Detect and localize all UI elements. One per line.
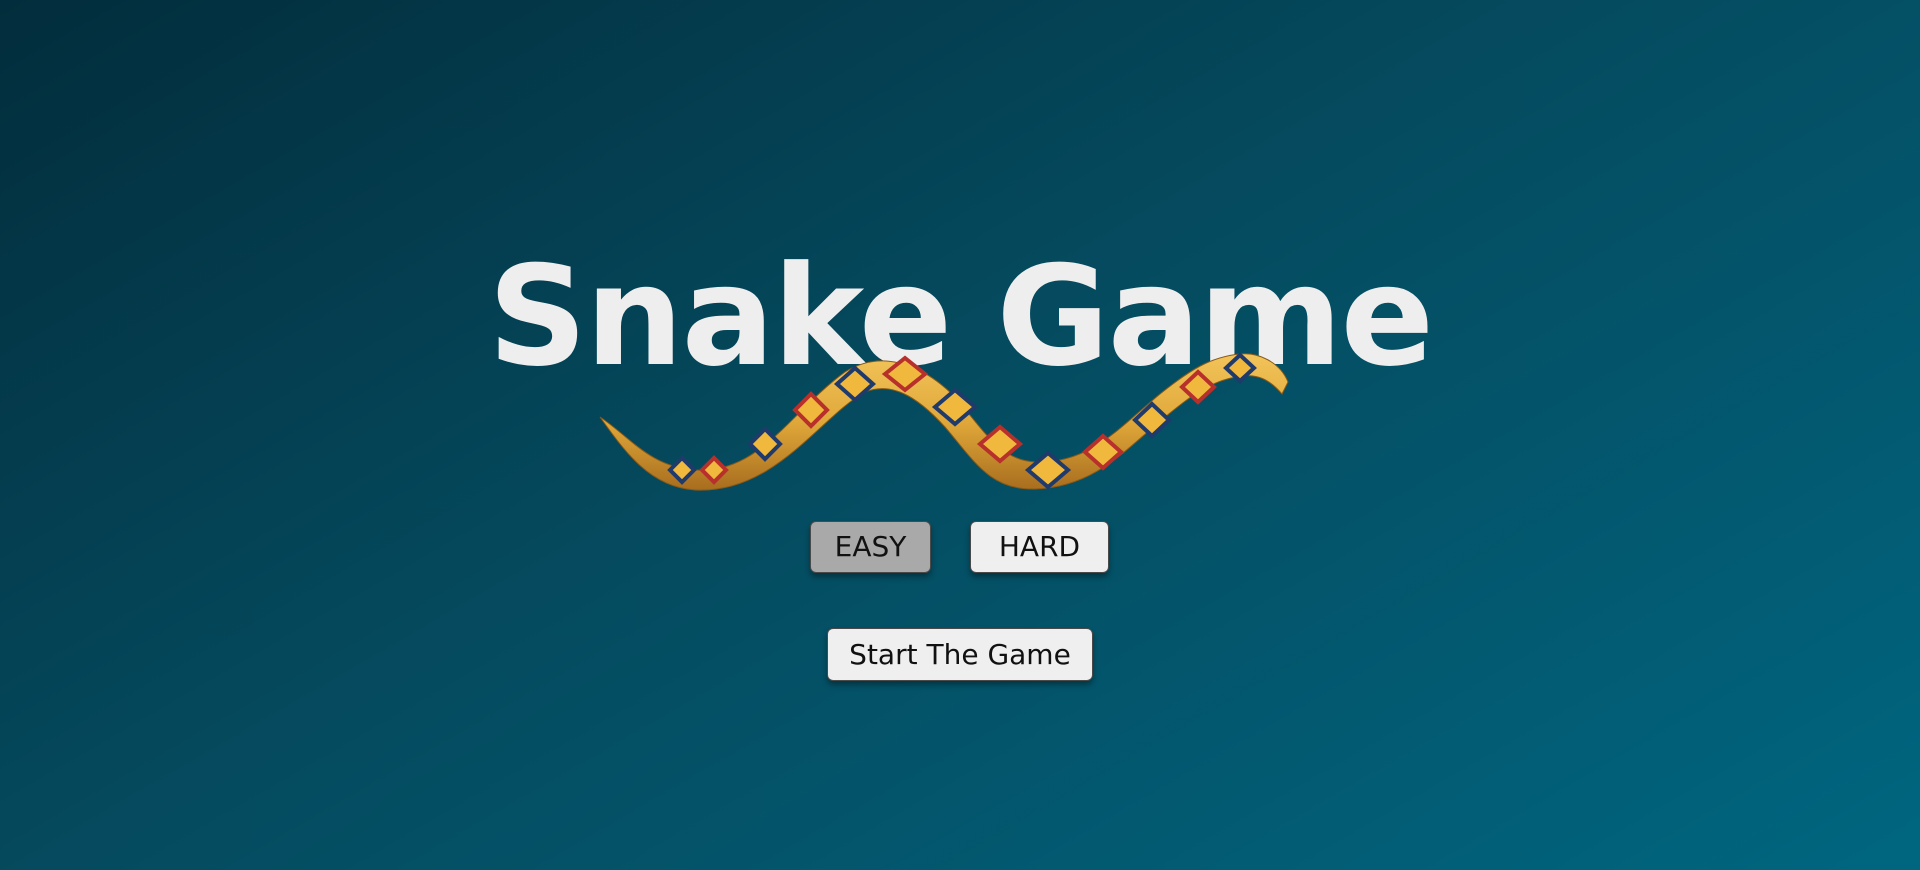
easy-button[interactable]: EASY [810, 521, 931, 573]
snake-illustration [599, 352, 1289, 491]
hard-button[interactable]: HARD [970, 521, 1109, 573]
start-game-button[interactable]: Start The Game [827, 628, 1093, 681]
